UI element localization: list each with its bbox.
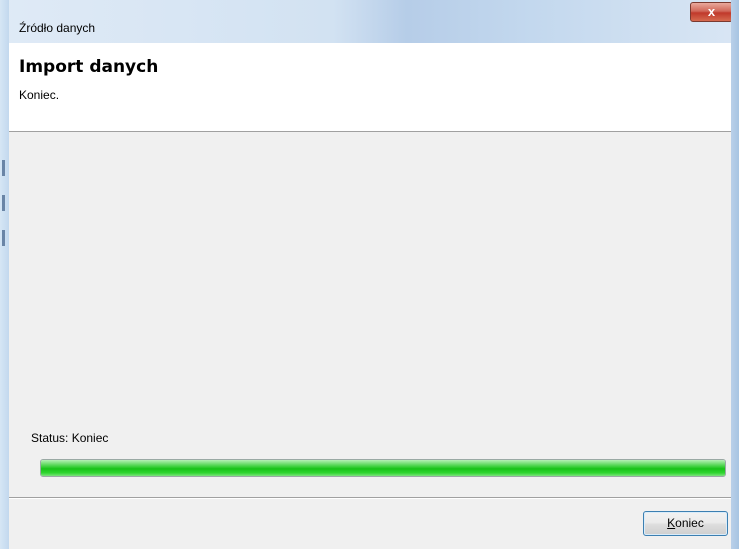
border-notch bbox=[2, 230, 5, 246]
close-button[interactable]: x bbox=[690, 2, 733, 22]
window-right-border bbox=[731, 0, 739, 549]
status-text: Status: Koniec bbox=[31, 431, 109, 445]
window-title: Źródło danych bbox=[19, 21, 96, 35]
border-notch bbox=[2, 195, 5, 211]
window-left-border bbox=[0, 0, 9, 549]
progress-bar-fill bbox=[41, 460, 725, 476]
finish-button-label: oniec bbox=[675, 516, 704, 530]
title-bar[interactable]: Źródło danych x bbox=[0, 0, 739, 43]
progress-bar bbox=[40, 459, 726, 477]
page-title: Import danych bbox=[19, 57, 159, 77]
wizard-header: Import danych Koniec. bbox=[9, 43, 731, 132]
finish-button-mnemonic: K bbox=[667, 516, 676, 530]
finish-button[interactable]: Koniec bbox=[643, 511, 728, 536]
border-notch bbox=[2, 160, 5, 176]
wizard-window: Źródło danych x Import danych Koniec. St… bbox=[0, 0, 739, 549]
wizard-client-area: Import danych Koniec. Status: Koniec Kon… bbox=[9, 43, 731, 549]
page-subtitle: Koniec. bbox=[19, 88, 60, 102]
footer-divider-highlight bbox=[9, 498, 731, 499]
